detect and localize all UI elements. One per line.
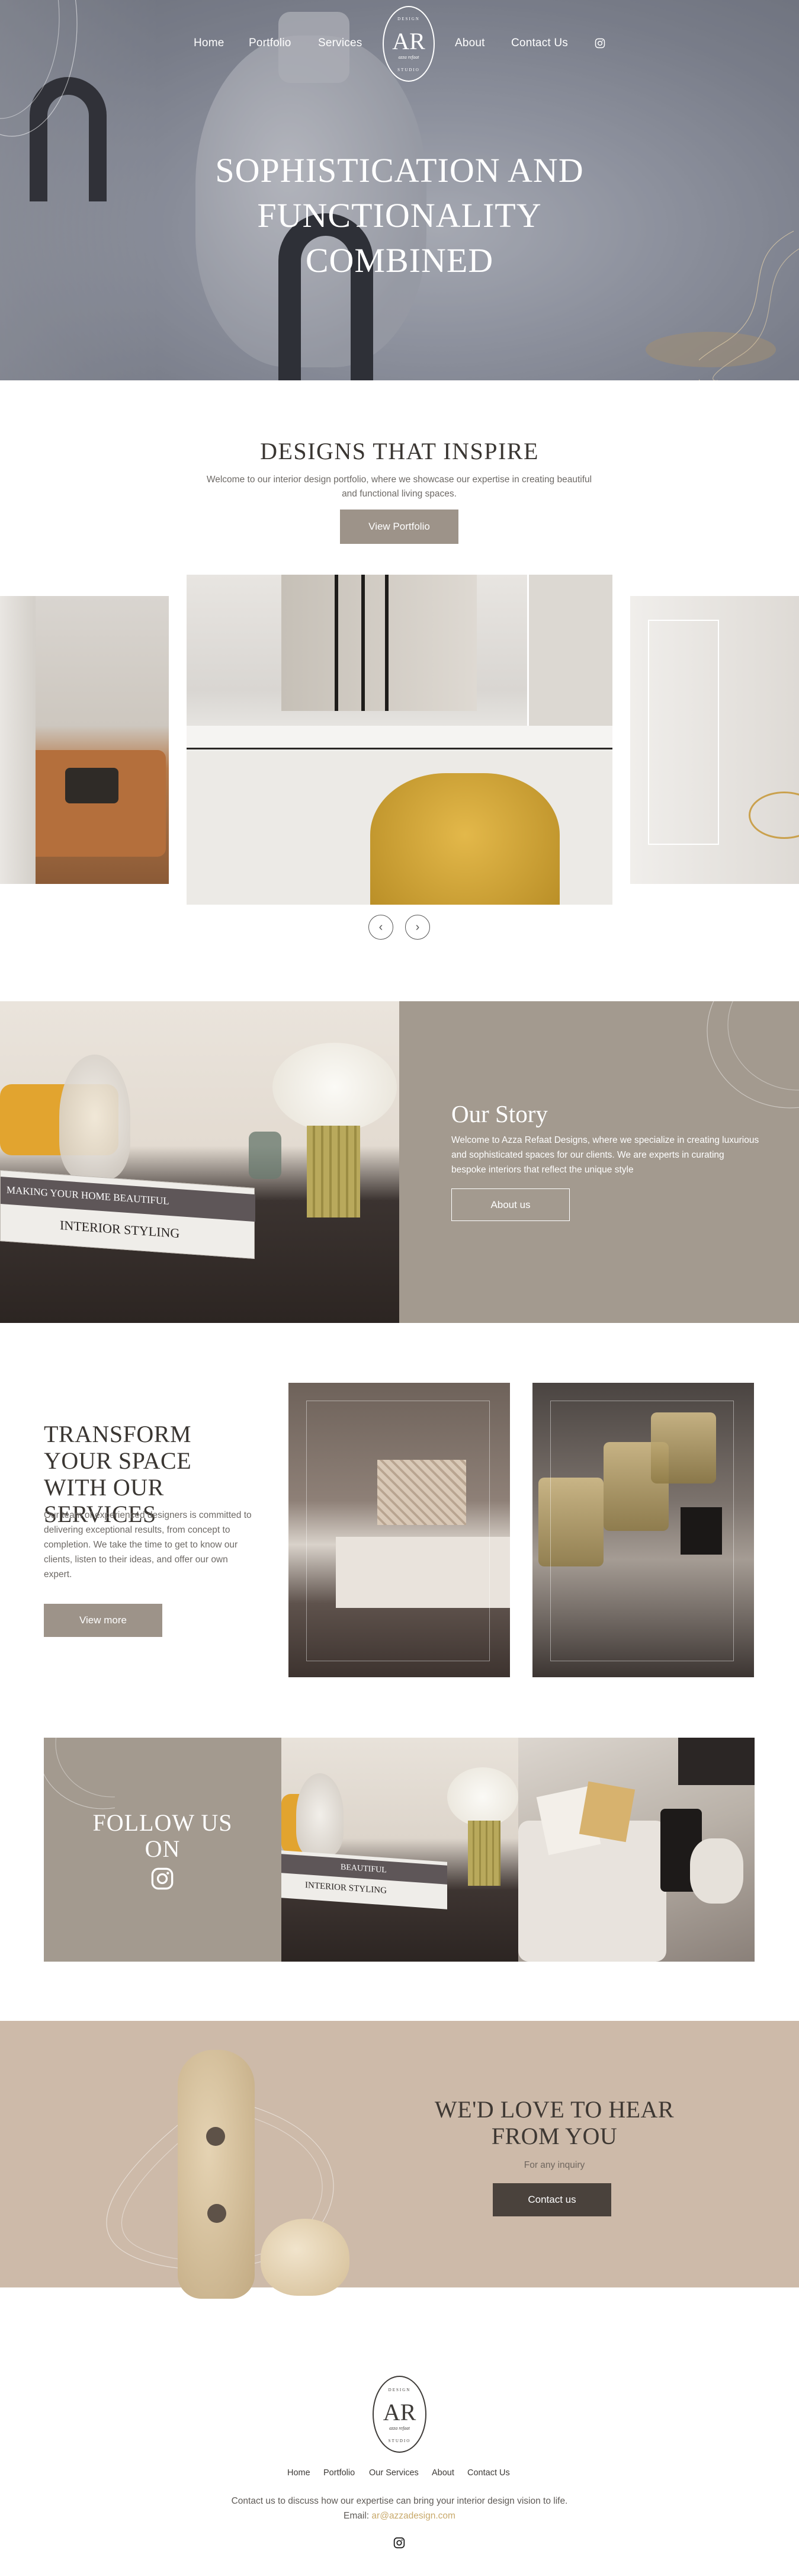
services-frame-1 — [306, 1401, 490, 1661]
nav-services-link[interactable]: Services — [318, 37, 362, 50]
carousel-panel — [648, 620, 719, 845]
follow-image-sofa[interactable] — [518, 1738, 755, 1962]
inspire-title: DESIGNS THAT INSPIRE — [260, 438, 539, 464]
story-title: Our Story — [451, 1100, 548, 1127]
footer-logo[interactable]: DESIGN AR azza refaat STUDIO — [373, 2376, 426, 2453]
carousel-gold-table — [749, 792, 799, 839]
footer-instagram-icon[interactable] — [393, 2537, 405, 2549]
footer-email-label: Email: — [344, 2511, 370, 2521]
follow-glass-jar — [296, 1773, 344, 1856]
follow-heading: FOLLOW US ON — [44, 1810, 281, 1862]
services-image-bench — [288, 1383, 510, 1677]
footer-email-link[interactable]: ar@azzadesign.com — [371, 2511, 455, 2521]
carousel-countertop — [187, 726, 612, 749]
transform-text: Our team of experienced designers is com… — [44, 1510, 252, 1579]
story-glass-jar — [59, 1055, 130, 1179]
footer-logo-top-text: DESIGN — [388, 2388, 411, 2392]
follow-white-stool — [690, 1838, 743, 1904]
footer-email-line: Email: ar@azzadesign.com — [0, 2511, 799, 2521]
follow-flowers — [447, 1767, 518, 1827]
contact-title: WE'D LOVE TO HEAR FROM YOU — [434, 2096, 675, 2149]
carousel-mirror — [281, 575, 477, 711]
follow-vase — [468, 1821, 500, 1886]
main-nav: Home Portfolio Services DESIGN AR azza r… — [0, 0, 799, 89]
logo-bottom-text: STUDIO — [397, 68, 420, 72]
carousel-cushion — [65, 768, 118, 803]
carousel-curtain — [0, 596, 36, 884]
chevron-left-icon: ‹ — [378, 920, 383, 934]
footer-text: Contact us to discuss how our expertise … — [231, 2496, 568, 2506]
contact-subtitle: For any inquiry — [524, 2160, 585, 2170]
hero-heading-line1: SOPHISTICATION AND — [215, 151, 584, 190]
follow-panel: FOLLOW US ON — [44, 1738, 281, 1962]
follow-line-decor — [44, 1738, 115, 1809]
view-more-button[interactable]: View more — [44, 1604, 162, 1637]
footer-nav-portfolio[interactable]: Portfolio — [323, 2468, 355, 2478]
hero-heading-line3: COMBINED — [305, 241, 494, 280]
story-line-decor — [707, 1001, 799, 1108]
hero-section: Home Portfolio Services DESIGN AR azza r… — [0, 0, 799, 380]
carousel-slide-living-room[interactable] — [0, 596, 169, 884]
view-portfolio-button[interactable]: View Portfolio — [340, 510, 458, 544]
story-book-title-2: INTERIOR STYLING — [60, 1217, 180, 1241]
follow-instagram-icon[interactable] — [150, 1867, 174, 1891]
follow-book-title-1: BEAUTIFUL — [281, 1854, 447, 1885]
footer-logo-monogram: AR — [383, 2399, 416, 2426]
logo-script-text: azza refaat — [398, 55, 419, 60]
follow-book-title-2: INTERIOR STYLING — [305, 1880, 387, 1896]
story-book-title-1: MAKING YOUR HOME BEAUTIFUL — [1, 1177, 255, 1222]
services-frame-2 — [550, 1401, 734, 1661]
follow-heading-line1: FOLLOW US — [92, 1809, 233, 1836]
follow-cushion-yellow — [579, 1781, 636, 1843]
footer-logo-script-text: azza refaat — [389, 2426, 410, 2431]
follow-books: BEAUTIFUL INTERIOR STYLING — [281, 1850, 447, 1909]
contact-section: WE'D LOVE TO HEAR FROM YOU For any inqui… — [0, 2021, 799, 2299]
carousel-slide-dressing-table[interactable] — [187, 575, 612, 905]
inspire-text: Welcome to our interior design portfolio… — [206, 475, 592, 499]
nav-about-link[interactable]: About — [455, 37, 485, 50]
story-books: MAKING YOUR HOME BEAUTIFUL INTERIOR STYL… — [0, 1170, 255, 1260]
footer-nav-contact[interactable]: Contact Us — [467, 2468, 510, 2478]
services-image-glasses — [532, 1383, 754, 1677]
footer-nav-home[interactable]: Home — [287, 2468, 310, 2478]
story-text: Welcome to Azza Refaat Designs, where we… — [451, 1135, 759, 1175]
logo-top-text: DESIGN — [397, 17, 420, 21]
carousel-yellow-chair — [370, 773, 560, 905]
nav-home-link[interactable]: Home — [194, 37, 224, 50]
story-flowers — [272, 1043, 397, 1132]
contact-vase-sculpture — [178, 2050, 255, 2299]
footer-nav-services[interactable]: Our Services — [369, 2468, 419, 2478]
carousel-shelves — [527, 575, 612, 726]
carousel-prev-button[interactable]: ‹ — [368, 915, 393, 940]
logo-monogram: AR — [392, 28, 425, 55]
contact-us-button[interactable]: Contact us — [493, 2183, 611, 2216]
story-panel: Our Story Welcome to Azza Refaat Designs… — [399, 1001, 799, 1323]
chevron-right-icon: › — [415, 920, 420, 934]
carousel-next-button[interactable]: › — [405, 915, 430, 940]
contact-vase-hole-2 — [207, 2204, 226, 2223]
contact-vase-hole-1 — [206, 2127, 225, 2146]
story-image: MAKING YOUR HOME BEAUTIFUL INTERIOR STYL… — [0, 1001, 399, 1323]
header-logo[interactable]: DESIGN AR azza refaat STUDIO — [383, 6, 435, 82]
story-green-glass — [249, 1132, 281, 1179]
follow-heading-line2: ON — [145, 1835, 181, 1862]
carousel-slide-white-wall[interactable] — [630, 596, 799, 884]
footer-nav-about[interactable]: About — [432, 2468, 454, 2478]
story-vase — [307, 1126, 360, 1217]
follow-tv — [678, 1738, 755, 1785]
nav-portfolio-link[interactable]: Portfolio — [249, 37, 291, 50]
contact-round-vase — [261, 2219, 349, 2296]
nav-contact-link[interactable]: Contact Us — [511, 37, 568, 50]
about-us-button[interactable]: About us — [451, 1188, 570, 1221]
nav-instagram-icon[interactable] — [595, 38, 605, 49]
follow-image-books[interactable]: BEAUTIFUL INTERIOR STYLING — [281, 1738, 518, 1962]
footer-logo-bottom-text: STUDIO — [388, 2439, 411, 2443]
hero-heading: SOPHISTICATION AND FUNCTIONALITY COMBINE… — [0, 148, 799, 283]
hero-heading-line2: FUNCTIONALITY — [257, 196, 542, 235]
